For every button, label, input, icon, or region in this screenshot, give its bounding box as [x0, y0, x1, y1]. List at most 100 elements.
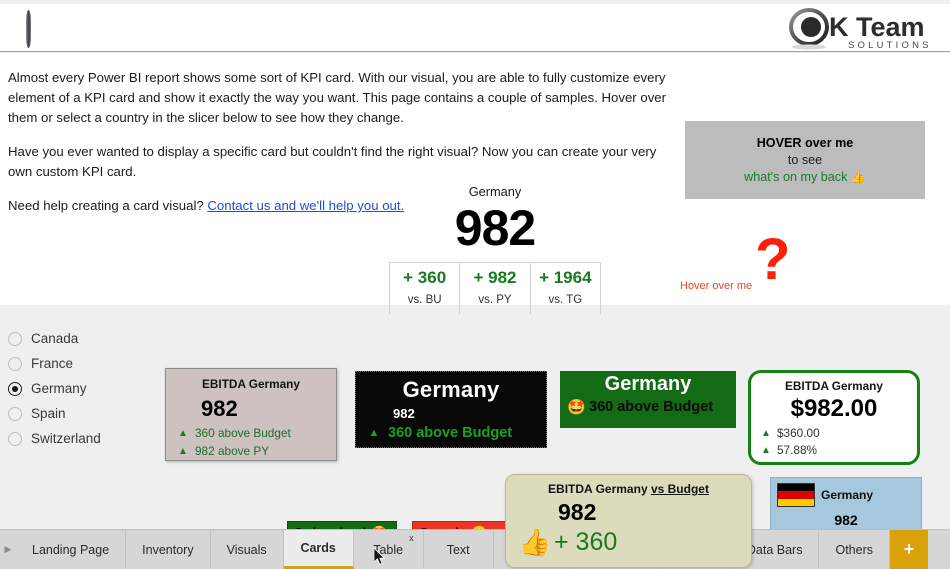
blue-card-value: 982 — [834, 512, 858, 528]
white-card-row-percent: ▲ 57.88% — [751, 443, 917, 457]
intro-paragraph-1: Almost every Power BI report shows some … — [8, 70, 667, 125]
kpi-card-gray-ebitda[interactable]: EBITDA Germany 982 ▲ 360 above Budget ▲ … — [165, 368, 337, 461]
kpi-cell-tg-value: + 1964 — [539, 268, 592, 287]
gray-card-row-py-text: 982 above PY — [195, 444, 270, 458]
up-triangle-icon: ▲ — [368, 427, 380, 439]
slicer-label-germany: Germany — [31, 381, 87, 396]
kpi-cell-tg: + 1964 vs. TG — [531, 263, 600, 314]
question-mark-card[interactable]: ? Hover over me — [680, 227, 860, 303]
close-icon[interactable]: x — [409, 533, 414, 543]
slicer-label-spain: Spain — [31, 406, 66, 421]
white-card-value: $982.00 — [790, 395, 878, 422]
report-canvas: Almost every Power BI report shows some … — [0, 53, 950, 568]
up-triangle-icon: ▲ — [178, 427, 188, 439]
center-kpi-comparison-grid: + 360 vs. BU + 982 vs. PY + 1964 vs. TG — [389, 262, 601, 314]
intro-help-prefix: Need help creating a card visual? — [8, 198, 208, 213]
hover-box-line-3: what's on my back 👍 — [744, 169, 866, 186]
beige-card-value: 982 — [558, 499, 597, 525]
kpi-card-beige-vs-budget[interactable]: EBITDA Germany vs Budget 982 👍 + 360 — [505, 474, 752, 568]
hover-box-line-1: HOVER over me — [756, 135, 854, 150]
gray-card-row-budget: ▲ 360 above Budget — [166, 426, 336, 440]
contact-us-link[interactable]: Contact us and we'll help you out. — [207, 198, 404, 213]
beige-card-delta: + 360 — [554, 528, 618, 556]
black-card-value: 982 — [393, 406, 415, 421]
beige-card-title: EBITDA Germany vs Budget — [506, 475, 751, 496]
tab-others[interactable]: Others — [819, 530, 890, 569]
slicer-label-switzerland: Switzerland — [31, 431, 101, 446]
question-mark-label: Hover over me — [680, 280, 753, 292]
german-flag-icon — [777, 483, 815, 507]
intro-paragraph-2: Have you ever wanted to display a specif… — [8, 144, 657, 179]
page-header: K Team SOLUTIONS — [0, 4, 950, 52]
tab-text[interactable]: Text — [423, 530, 494, 569]
slicer-item-france[interactable]: France — [8, 353, 158, 374]
svg-text:SOLUTIONS: SOLUTIONS — [848, 40, 932, 51]
beige-card-title-plain: EBITDA Germany — [548, 482, 651, 496]
page-tab-bar: ▶ Landing Page Inventory Visuals Cards T… — [0, 529, 950, 569]
tab-landing-page[interactable]: Landing Page — [16, 530, 127, 569]
white-card-title: EBITDA Germany — [785, 379, 883, 393]
hover-box-line-3-text: what's on my back — [744, 169, 848, 184]
beige-card-delta-row: 👍 + 360 — [506, 527, 751, 558]
kpi-card-green-germany[interactable]: Germany 🤩 360 above Budget — [560, 371, 736, 428]
kpi-cell-bu: + 360 vs. BU — [390, 263, 461, 314]
black-card-row-text: 360 above Budget — [388, 425, 513, 441]
radio-switzerland[interactable] — [8, 431, 22, 446]
report-page: K Team SOLUTIONS Almost every Power BI r… — [0, 0, 950, 569]
beige-card-title-underlined: vs Budget — [650, 482, 709, 496]
tab-cards[interactable]: Cards — [283, 530, 354, 569]
slicer-item-canada[interactable]: Canada — [8, 328, 158, 349]
up-triangle-icon: ▲ — [761, 444, 771, 456]
black-card-title: Germany — [402, 377, 500, 402]
center-kpi-value: 982 — [454, 200, 536, 256]
slicer-item-switzerland[interactable]: Switzerland — [8, 428, 158, 449]
k-team-solutions-logo: K Team SOLUTIONS — [788, 7, 940, 52]
radio-germany[interactable] — [8, 381, 22, 396]
device-edge-icon — [26, 10, 31, 48]
radio-spain[interactable] — [8, 406, 22, 421]
gray-card-value: 982 — [201, 396, 238, 421]
kpi-cell-py: + 982 vs. PY — [460, 263, 531, 314]
kpi-cell-py-label: vs. PY — [478, 294, 512, 306]
green-card-title: Germany — [604, 373, 692, 395]
white-card-row-amount-text: $360.00 — [777, 426, 820, 440]
slicer-item-spain[interactable]: Spain — [8, 403, 158, 424]
slicer-label-canada: Canada — [31, 331, 79, 346]
country-slicer[interactable]: Canada France Germany Spain Switzerland — [8, 328, 158, 453]
kpi-card-black-germany[interactable]: Germany 982 ▲ 360 above Budget — [355, 371, 547, 448]
slicer-label-france: France — [31, 356, 74, 371]
up-triangle-icon: ▲ — [178, 445, 188, 457]
hover-over-me-box[interactable]: HOVER over me to see what's on my back 👍 — [685, 121, 925, 199]
radio-france[interactable] — [8, 356, 22, 371]
add-page-button[interactable]: + — [889, 530, 928, 569]
black-card-row: ▲ 360 above Budget — [356, 425, 546, 441]
green-card-row: 🤩 360 above Budget — [560, 398, 736, 416]
thumbs-up-icon: 👍 — [850, 169, 866, 184]
hover-box-line-2: to see — [787, 152, 823, 167]
kpi-cell-bu-label: vs. BU — [407, 294, 442, 306]
gray-card-row-budget-text: 360 above Budget — [195, 426, 291, 440]
up-triangle-icon: ▲ — [761, 427, 771, 439]
kpi-cell-bu-value: + 360 — [403, 268, 447, 287]
kpi-cell-tg-label: vs. TG — [548, 294, 583, 306]
chevron-left-icon[interactable]: ▶ — [0, 530, 16, 569]
question-mark-icon: ? — [755, 227, 791, 292]
svg-text:K Team: K Team — [829, 12, 925, 42]
star-struck-emoji-icon: 🤩 — [567, 399, 586, 416]
tab-table[interactable]: Table x — [353, 530, 424, 569]
center-kpi-country: Germany — [468, 184, 522, 199]
tab-visuals[interactable]: Visuals — [210, 530, 284, 569]
kpi-card-white-ebitda[interactable]: EBITDA Germany $982.00 ▲ $360.00 ▲ 57.88… — [748, 370, 920, 465]
slicer-item-germany[interactable]: Germany — [8, 378, 158, 399]
kpi-cell-py-value: + 982 — [473, 268, 517, 287]
mouse-cursor — [373, 547, 386, 566]
gray-card-title: EBITDA Germany — [202, 377, 300, 391]
white-card-row-percent-text: 57.88% — [777, 443, 818, 457]
gray-card-row-py: ▲ 982 above PY — [166, 444, 336, 458]
center-kpi-card[interactable]: Germany 982 + 360 vs. BU + 982 vs. PY + … — [389, 184, 601, 314]
blue-card-title: Germany — [821, 488, 874, 502]
green-card-row-text: 360 above Budget — [589, 399, 714, 415]
radio-canada[interactable] — [8, 331, 22, 346]
tab-inventory[interactable]: Inventory — [126, 530, 211, 569]
thumbs-up-icon: 👍 — [518, 527, 552, 557]
